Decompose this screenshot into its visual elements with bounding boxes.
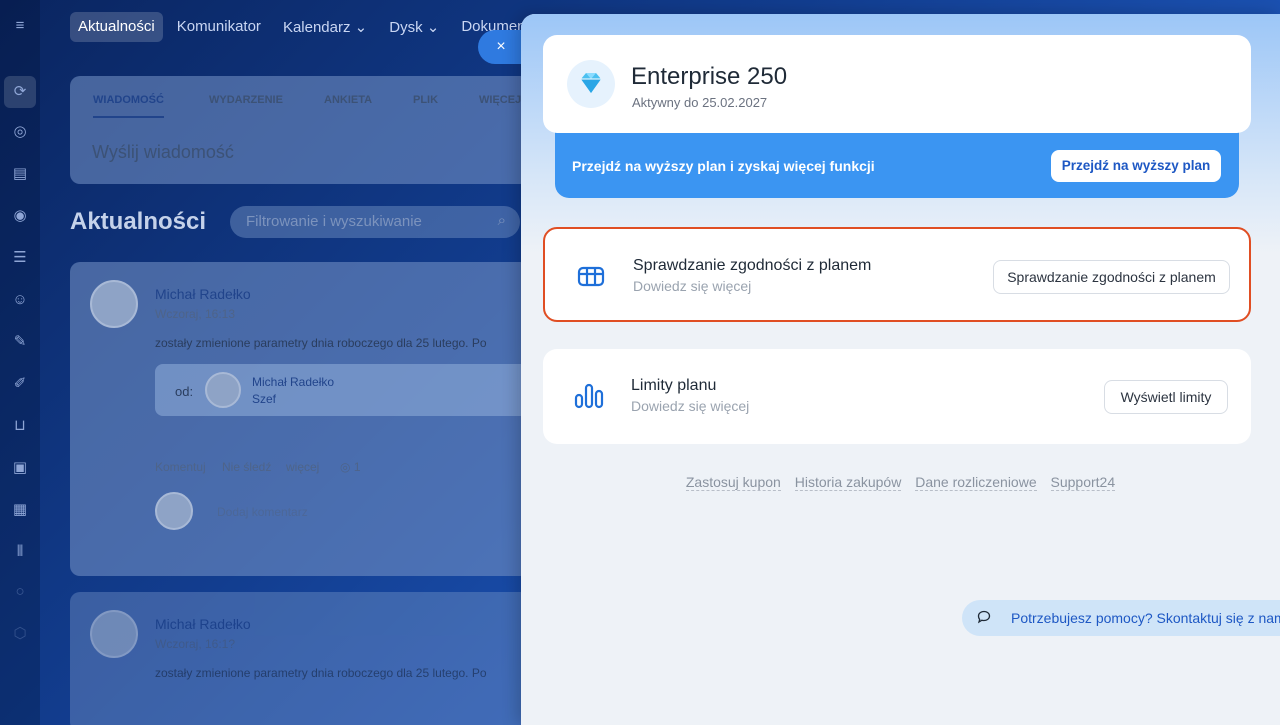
- composer-tab[interactable]: PLIK: [413, 94, 438, 106]
- post-text: zostały zmienione parametry dnia robocze…: [155, 666, 487, 680]
- filter-icon[interactable]: ☰: [8, 246, 32, 270]
- close-slider-button[interactable]: ×: [478, 30, 524, 64]
- bar-chart-icon: [574, 383, 604, 409]
- calendar-icon[interactable]: ▦: [8, 498, 32, 522]
- feed-title: Aktualności: [70, 208, 207, 235]
- chat-bubble-icon: [977, 610, 991, 624]
- diamond-icon: [567, 60, 615, 108]
- pen-icon[interactable]: ✎: [8, 330, 32, 354]
- document-icon[interactable]: ✐: [8, 372, 32, 396]
- compliance-learn-more[interactable]: Dowiedz się więcej: [633, 278, 751, 294]
- comment-input[interactable]: Dodaj komentarz: [217, 505, 308, 519]
- feed-post: Michał Radełko Wczoraj, 16:13 zostały zm…: [70, 262, 530, 576]
- compliance-check-button[interactable]: Sprawdzanie zgodności z planem: [993, 260, 1230, 294]
- store-icon[interactable]: ▣: [8, 456, 32, 480]
- avatar[interactable]: [90, 610, 138, 658]
- search-icon[interactable]: ⌕: [498, 212, 506, 229]
- composer-tab[interactable]: ANKIETA: [324, 94, 372, 106]
- plan-slider-panel: Enterprise 250 Aktywny do 25.02.2027 Prz…: [521, 14, 1280, 725]
- purchase-history-link[interactable]: Historia zakupów: [794, 474, 902, 491]
- views-icon: ◎ 1: [340, 460, 361, 474]
- upgrade-button[interactable]: Przejdź na wyższy plan: [1051, 150, 1221, 182]
- nav-item[interactable]: Kalendarz ⌄: [275, 12, 375, 42]
- more-link[interactable]: więcej: [286, 460, 319, 474]
- help-text: Potrzebujesz pomocy? Skontaktuj się z na…: [1011, 610, 1280, 626]
- post-composer: WIADOMOŚĆ WYDARZENIE ANKIETA PLIK WIĘCEJ…: [70, 76, 530, 184]
- post-text: zostały zmienione parametry dnia robocze…: [155, 336, 487, 350]
- unfollow-link[interactable]: Nie śledź: [222, 460, 271, 474]
- feed-icon[interactable]: ⟳: [4, 76, 36, 108]
- compliance-title: Sprawdzanie zgodności z planem: [633, 257, 872, 274]
- from-name[interactable]: Michał Radełko: [252, 375, 334, 389]
- target-icon[interactable]: ◉: [8, 204, 32, 228]
- help-contact-button[interactable]: Potrzebujesz pomocy? Skontaktuj się z na…: [962, 600, 1280, 636]
- avatar[interactable]: [205, 372, 241, 408]
- top-navigation: Aktualności Komunikator Kalendarz ⌄ Dysk…: [70, 12, 534, 42]
- nav-item[interactable]: Aktualności: [70, 12, 163, 42]
- footer-links: Zastosuj kupon Historia zakupów Dane roz…: [521, 474, 1280, 491]
- from-label: od:: [175, 384, 194, 399]
- close-icon: ×: [496, 38, 506, 55]
- plan-limits-card: Limity planu Dowiedz się więcej Wyświetl…: [543, 349, 1251, 444]
- from-role: Szef: [252, 392, 277, 406]
- avatar[interactable]: [90, 280, 138, 328]
- menu-icon[interactable]: ≡: [8, 14, 32, 38]
- view-limits-button[interactable]: Wyświetl limity: [1104, 380, 1228, 414]
- robot-icon[interactable]: ☺: [8, 288, 32, 312]
- nav-item[interactable]: Komunikator: [169, 12, 269, 42]
- billing-data-link[interactable]: Dane rozliczeniowe: [915, 474, 1037, 491]
- circle-icon[interactable]: ○: [8, 580, 32, 604]
- composer-tab[interactable]: WYDARZENIE: [209, 94, 283, 106]
- cart-icon[interactable]: ⊔: [8, 414, 32, 438]
- plan-active-until: Aktywny do 25.02.2027: [632, 95, 768, 110]
- apply-coupon-link[interactable]: Zastosuj kupon: [685, 474, 781, 491]
- limits-learn-more[interactable]: Dowiedz się więcej: [631, 398, 749, 414]
- filter-search-input[interactable]: Filtrowanie i wyszukiwanie ⌕: [230, 206, 520, 238]
- post-time[interactable]: Wczoraj, 16:13: [155, 307, 235, 321]
- crm-icon[interactable]: ▤: [8, 162, 32, 186]
- left-sidebar: ≡ ⟳ ◎ ▤ ◉ ☰ ☺ ✎ ✐ ⊔ ▣ ▦ ⫴ ○ ⬡: [0, 0, 40, 725]
- analytics-icon[interactable]: ⫴: [8, 540, 32, 564]
- composer-input[interactable]: Wyślij wiadomość: [92, 142, 234, 163]
- filter-placeholder: Filtrowanie i wyszukiwanie: [246, 213, 422, 230]
- post-recipient-box: od: Michał Radełko Szef: [155, 364, 530, 416]
- post-author[interactable]: Michał Radełko: [155, 286, 251, 302]
- box-icon[interactable]: ⬡: [8, 622, 32, 646]
- plan-compliance-card: Sprawdzanie zgodności z planem Dowiedz s…: [543, 227, 1251, 322]
- comment-link[interactable]: Komentuj: [155, 460, 206, 474]
- plan-name: Enterprise 250: [631, 63, 788, 90]
- post-author[interactable]: Michał Radełko: [155, 616, 251, 632]
- feed-post: Michał Radełko Wczoraj, 16:1? zostały zm…: [70, 592, 530, 725]
- composer-tab[interactable]: WIADOMOŚĆ: [93, 94, 164, 118]
- composer-tab[interactable]: WIĘCEJ: [479, 94, 521, 106]
- plan-card: Enterprise 250 Aktywny do 25.02.2027: [543, 35, 1251, 133]
- messenger-icon[interactable]: ◎: [8, 120, 32, 144]
- grid-icon: [577, 266, 605, 287]
- limits-title: Limity planu: [631, 377, 717, 394]
- nav-item[interactable]: Dysk ⌄: [381, 12, 447, 42]
- post-time[interactable]: Wczoraj, 16:1?: [155, 637, 235, 651]
- support24-link[interactable]: Support24: [1050, 474, 1116, 491]
- upgrade-text: Przejdź na wyższy plan i zyskaj więcej f…: [572, 158, 875, 174]
- avatar: [155, 492, 193, 530]
